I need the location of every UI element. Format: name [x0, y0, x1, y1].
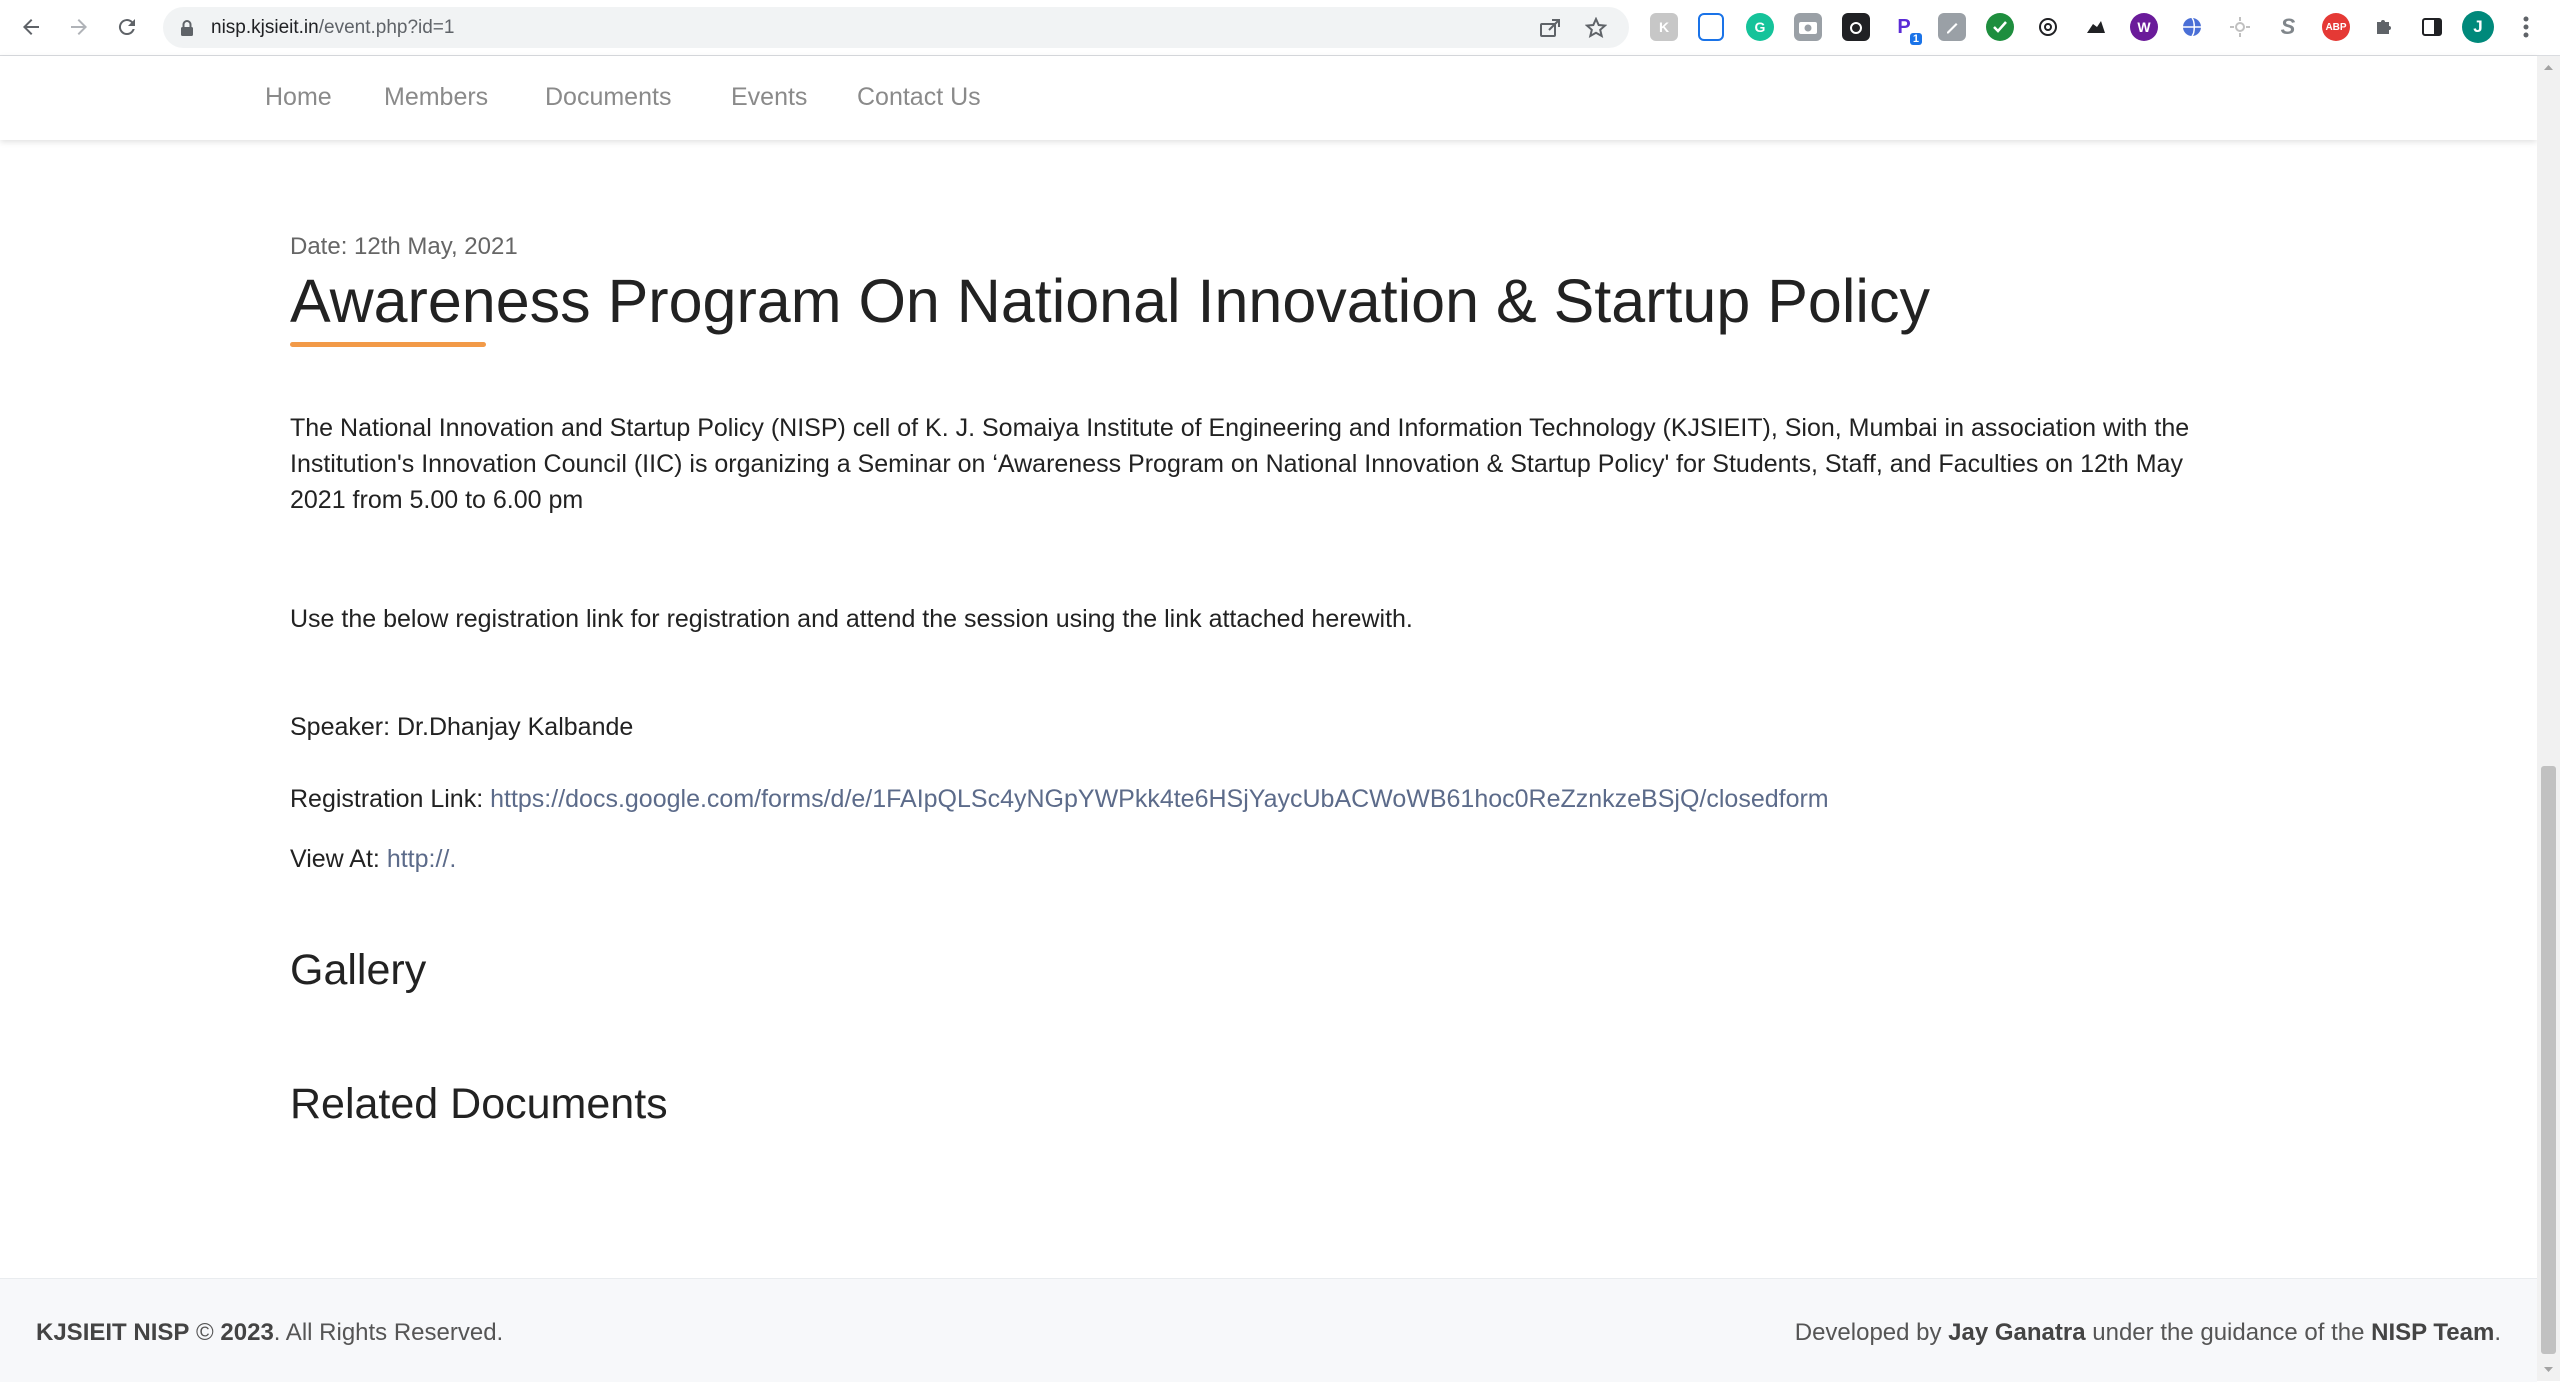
- extension-p-icon[interactable]: P 1: [1890, 13, 1922, 45]
- grammarly-icon[interactable]: G: [1746, 13, 1774, 41]
- puzzle-icon[interactable]: [2370, 13, 2398, 41]
- footer-team: NISP Team: [2371, 1319, 2495, 1346]
- page-scrollbar[interactable]: [2537, 56, 2560, 1381]
- sidepanel-icon[interactable]: [2418, 13, 2446, 41]
- scrollbar-thumb[interactable]: [2541, 766, 2556, 1354]
- scroll-down-arrow-icon[interactable]: [2543, 1364, 2554, 1375]
- nav-events[interactable]: Events: [731, 83, 807, 112]
- nav-documents[interactable]: Documents: [545, 83, 671, 112]
- camera-icon[interactable]: [1794, 13, 1822, 41]
- registration-line: Registration Link: https://docs.google.c…: [290, 781, 2210, 817]
- footer-developer: Jay Ganatra: [1948, 1319, 2086, 1346]
- view-at-line: View At: http://.: [290, 841, 2210, 877]
- registration-link[interactable]: https://docs.google.com/forms/d/e/1FAIpQ…: [490, 785, 1829, 813]
- browser-toolbar: nisp.kjsieit.in/event.php?id=1 K G P 1 W: [0, 0, 2560, 56]
- back-icon[interactable]: [16, 12, 46, 42]
- footer-period: .: [2494, 1319, 2501, 1346]
- registration-label: Registration Link:: [290, 785, 484, 813]
- bookmark-star-icon[interactable]: [1585, 17, 1607, 39]
- extension-doc-icon[interactable]: [1698, 13, 1724, 41]
- event-instruction: Use the below registration link for regi…: [290, 605, 1413, 633]
- footer-guidance: under the guidance of the: [2092, 1319, 2365, 1346]
- footer-developed-by: Developed by: [1794, 1319, 1942, 1346]
- footer-rights: . All Rights Reserved.: [273, 1319, 504, 1346]
- site-footer: KJSIEIT NISP © 2023. All Rights Reserved…: [0, 1278, 2537, 1382]
- extension-animal-icon[interactable]: [2082, 13, 2110, 41]
- extension-s-icon[interactable]: S: [2274, 13, 2302, 41]
- check-icon[interactable]: [1986, 13, 2014, 41]
- extension-w-icon[interactable]: W: [2130, 13, 2158, 41]
- gallery-heading: Gallery: [290, 946, 427, 994]
- site-navbar: Home Members Documents Events Contact Us: [0, 56, 2537, 140]
- event-title: Awareness Program On National Innovation…: [290, 267, 1930, 335]
- forward-icon[interactable]: [64, 12, 94, 42]
- globe-icon[interactable]: [2178, 13, 2206, 41]
- view-at-label: View At:: [290, 845, 380, 873]
- address-bar[interactable]: nisp.kjsieit.in/event.php?id=1: [163, 7, 1629, 48]
- lock-icon: [181, 20, 193, 36]
- event-description: The National Innovation and Startup Poli…: [290, 414, 2190, 514]
- view-at-link[interactable]: http://.: [387, 845, 456, 873]
- footer-copyright-symbol: ©: [196, 1319, 214, 1346]
- extension-k-icon[interactable]: K: [1650, 13, 1678, 41]
- nav-contact-us[interactable]: Contact Us: [857, 83, 981, 112]
- title-underline: [290, 342, 486, 347]
- url-text: nisp.kjsieit.in/event.php?id=1: [211, 17, 455, 38]
- footer-year: 2023: [220, 1319, 274, 1346]
- footer-copyright: KJSIEIT NISP © 2023. All Rights Reserved…: [36, 1319, 503, 1347]
- extension-pen-icon[interactable]: [1938, 13, 1966, 41]
- event-date: Date: 12th May, 2021: [290, 233, 518, 260]
- footer-credits: Developed by Jay Ganatra under the guida…: [1795, 1319, 2501, 1347]
- footer-brand: KJSIEIT NISP: [36, 1319, 190, 1346]
- profile-avatar[interactable]: J: [2462, 11, 2494, 43]
- event-speaker: Speaker: Dr.Dhanjay Kalbande: [290, 713, 634, 741]
- menu-icon[interactable]: [2516, 13, 2536, 41]
- share-icon[interactable]: [1539, 17, 1561, 39]
- openai-icon[interactable]: [2034, 13, 2062, 41]
- related-documents-heading: Related Documents: [290, 1080, 668, 1128]
- adblock-icon[interactable]: ABP: [2322, 13, 2350, 41]
- extension-dark-icon[interactable]: [1842, 13, 1870, 41]
- extension-sun-icon[interactable]: [2226, 13, 2254, 41]
- scroll-up-arrow-icon[interactable]: [2543, 62, 2554, 73]
- reload-icon[interactable]: [112, 12, 142, 42]
- nav-members[interactable]: Members: [384, 83, 488, 112]
- nav-home[interactable]: Home: [265, 83, 332, 112]
- extension-badge: 1: [1909, 33, 1922, 45]
